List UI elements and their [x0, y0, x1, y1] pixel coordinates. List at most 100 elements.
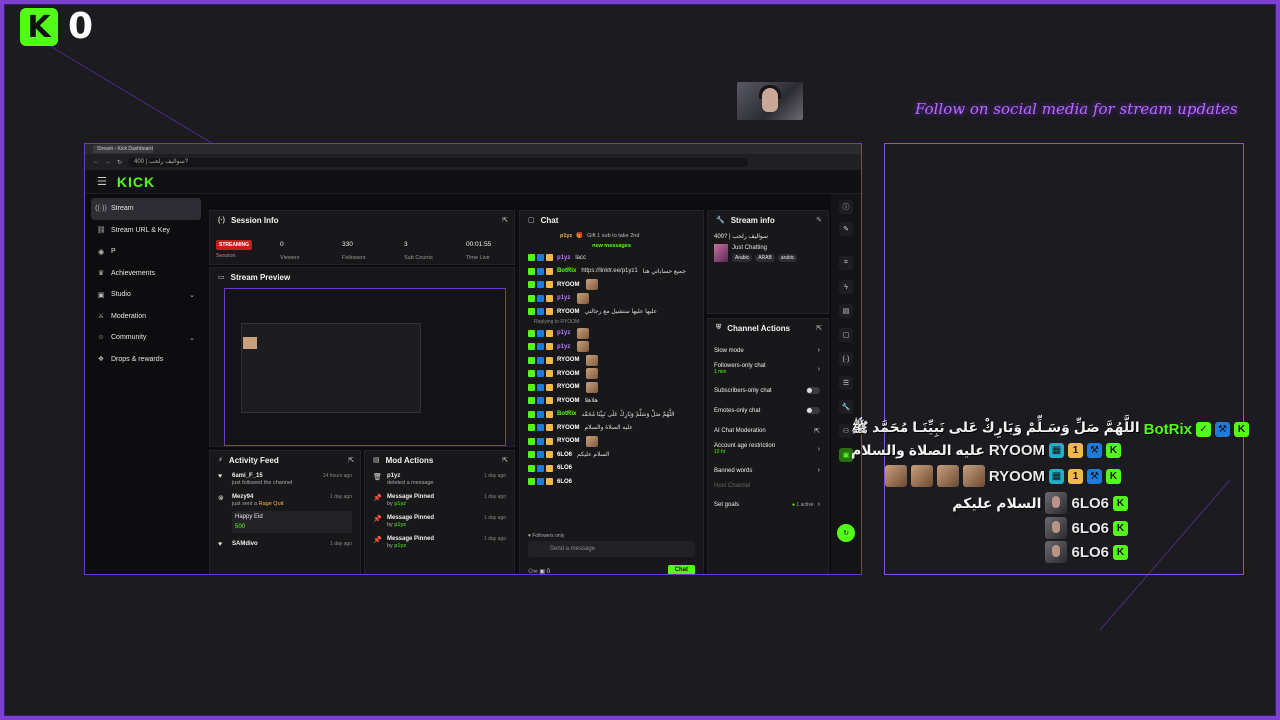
new-messages-divider[interactable]: new messages — [520, 243, 703, 249]
sidebar-item-stream[interactable]: ((·)) Stream — [91, 198, 201, 220]
emotes-only-toggle[interactable] — [806, 407, 820, 414]
chat-username[interactable]: RYOOM — [557, 309, 579, 315]
chat-username[interactable]: RYOOM — [557, 384, 579, 390]
doc-icon[interactable]: ▤ — [839, 304, 853, 318]
chat-message[interactable]: RYOOM — [520, 367, 703, 381]
layers-icon[interactable]: ☰ — [839, 376, 853, 390]
chat-message[interactable]: p1yz — [520, 327, 703, 341]
chat-username[interactable]: p1yz — [557, 255, 570, 261]
stream-preview-video[interactable] — [224, 288, 506, 446]
action-emotes-only[interactable]: Emotes-only chat — [714, 407, 820, 414]
sidebar-item-studio[interactable]: ▣ Studio ⌄ — [91, 284, 201, 306]
wrench-icon[interactable]: 🔧 — [839, 400, 853, 414]
action-followers-only[interactable]: Followers-only chat 1 min › — [714, 363, 820, 375]
pin-icon: 📌 — [373, 516, 382, 523]
action-slow-mode[interactable]: Slow mode › — [714, 347, 820, 354]
user-badge-icon — [537, 281, 544, 289]
info-icon[interactable]: ⓘ — [839, 200, 853, 214]
popout-icon[interactable]: ⇱ — [502, 216, 508, 224]
action-set-goals[interactable]: Set goals ● 1 active › — [714, 501, 820, 508]
chat-username[interactable]: RYOOM — [557, 438, 579, 444]
chat-username[interactable]: RYOOM — [557, 371, 579, 377]
user-badge-icon — [528, 424, 535, 432]
emote-image — [962, 465, 985, 487]
chat-username[interactable]: RYOOM — [557, 398, 579, 404]
chat-username[interactable]: BotRix — [557, 268, 576, 274]
chat-username[interactable]: 6LO6 — [557, 465, 572, 471]
broadcast-icon[interactable]: (·) — [839, 352, 853, 366]
viewers-value: 0 — [280, 241, 284, 248]
chat-message[interactable]: RYOOM — [520, 381, 703, 395]
chat-send-button[interactable]: Chat — [667, 565, 695, 574]
category-name[interactable]: Just Chatting — [732, 245, 797, 251]
chat-message[interactable]: BotRix https://linktr.ee/p1yz1 جميع حسابات… — [520, 265, 703, 279]
menu-icon[interactable]: ☰ — [97, 175, 107, 188]
chat-username[interactable]: 6LO6 — [557, 479, 572, 485]
pencil-icon[interactable]: ✎ — [839, 222, 853, 236]
chat-message[interactable]: p1yz — [520, 292, 703, 306]
sidebar-item-community[interactable]: ☺ Community ⌄ — [91, 327, 201, 349]
heart-icon: ♥ — [218, 473, 223, 480]
chat-username[interactable]: RYOOM — [557, 425, 579, 431]
chat-username[interactable]: p1yz — [557, 330, 570, 336]
popout-icon[interactable]: ⇱ — [348, 456, 354, 464]
chat-username[interactable]: p1yz — [557, 344, 570, 350]
popout-icon[interactable]: ⇱ — [816, 324, 822, 332]
subscribers-only-toggle[interactable] — [806, 387, 820, 394]
chat-username[interactable]: p1yz — [557, 295, 570, 301]
chat-input[interactable]: Send a message — [528, 541, 695, 557]
chat-message[interactable]: RYOOM — [520, 435, 703, 449]
sidebar-item-drops[interactable]: ❖ Drops & rewards — [91, 349, 201, 371]
action-ai-moderation[interactable]: AI Chat Moderation ⇱ — [714, 427, 820, 435]
sidebar-item-p[interactable]: ◉ P — [91, 241, 201, 263]
chat-message[interactable]: p1yz — [520, 340, 703, 354]
popout-icon[interactable]: ⇱ — [502, 456, 508, 464]
activity-feed-panel: ⚡ Activity Feed ⇱ ♥ 6ami_F_15 just followed… — [209, 450, 361, 574]
browser-tab[interactable]: Stream - Kick Dashboard — [93, 145, 153, 153]
mod-item: 📌 Message Pinned by p1yz 1 day ago — [373, 536, 506, 549]
refresh-icon[interactable]: ↻ — [837, 524, 855, 542]
user-badge-icon — [528, 464, 535, 472]
forward-icon[interactable]: → — [105, 159, 111, 165]
chat-message[interactable]: 6LO6 — [520, 462, 703, 476]
chat-message[interactable]: 6LO6 — [520, 475, 703, 489]
broadcast-icon: (·) — [218, 216, 225, 224]
chat-message[interactable]: 6LO6 السلام عليكم — [520, 448, 703, 462]
bolt-icon[interactable]: ϟ — [839, 280, 853, 294]
chat-username[interactable]: 6LO6 — [557, 452, 572, 458]
user-badge-icon — [537, 410, 544, 418]
chat-message[interactable]: RYOOM هلاهلا — [520, 394, 703, 408]
tag: Arabic — [732, 253, 753, 262]
gift-banner[interactable]: p1yz 🎁 Gift 1 sub to take 2nd — [520, 229, 703, 243]
action-banned-words[interactable]: Banned words › — [714, 467, 820, 474]
chat-message[interactable]: RYOOM عليها عليها ستشيل مع رجالتي — [520, 305, 703, 319]
chat-message[interactable]: RYOOM — [520, 278, 703, 292]
back-icon[interactable]: ← — [93, 159, 99, 165]
sidebar-item-stream-url[interactable]: ⛓ Stream URL & Key — [91, 220, 201, 242]
kick-logo-icon: K — [20, 8, 58, 46]
chat-message[interactable]: BotRix اللَّهُمَّ صَلِّ وَسَلِّمْ وَبَارِ… — [520, 408, 703, 422]
points-display[interactable]: ⚇∞ ▣ 0 — [528, 568, 550, 574]
chat-text: lacc — [575, 254, 587, 261]
sidebar-item-moderation[interactable]: ⚔ Moderation — [91, 306, 201, 328]
kick-brand[interactable]: KICK — [117, 174, 155, 190]
edit-icon[interactable]: ✎ — [816, 216, 822, 224]
chat-message[interactable]: RYOOM عليه الصلاة والسلام — [520, 421, 703, 435]
action-subscribers-only[interactable]: Subscribers-only chat — [714, 387, 820, 394]
action-account-age[interactable]: Account age restriction 12 hr › — [714, 443, 820, 455]
chat-username[interactable]: RYOOM — [557, 282, 579, 288]
chat-username[interactable]: RYOOM — [557, 357, 579, 363]
address-bar[interactable]: سوالیف رلحب | 400? — [128, 157, 749, 167]
followers-value: 330 — [342, 241, 353, 248]
crop-icon[interactable]: ⌗ — [839, 256, 853, 270]
chat-username[interactable]: BotRix — [557, 411, 576, 417]
reload-icon[interactable]: ↻ — [117, 159, 122, 166]
chat-message[interactable]: p1yz lacc — [520, 251, 703, 265]
chat-message[interactable]: RYOOM — [520, 354, 703, 368]
user-badge-icon — [528, 294, 535, 302]
user-badge-icon — [546, 329, 553, 337]
mod-item: 📌 Message Pinned by p1yz 1 day ago — [373, 494, 506, 507]
sidebar-item-achievements[interactable]: ♛ Achievements — [91, 263, 201, 285]
mod-badge-icon: ⚒ — [1087, 468, 1102, 484]
chat-bubble-icon[interactable]: ▢ — [839, 328, 853, 342]
